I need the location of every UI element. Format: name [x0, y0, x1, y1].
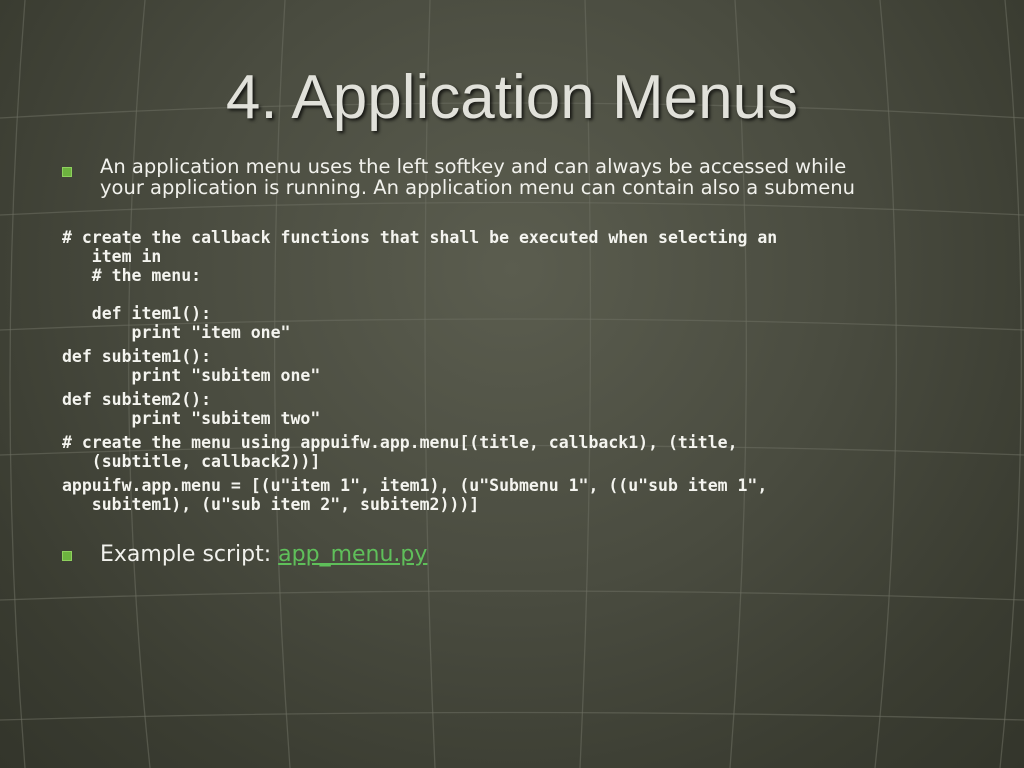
- code-line-7: def subitem1():: [62, 347, 212, 366]
- bullet-icon: [62, 167, 72, 177]
- code-line-9: def subitem2():: [62, 390, 212, 409]
- bullet-text-line-1: An application menu uses the left softke…: [100, 155, 847, 178]
- example-script-label: Example script:: [100, 542, 279, 567]
- slide-title: 4. Application Menus: [225, 63, 799, 132]
- code-line-2: item in: [62, 247, 162, 266]
- code-line-12: (subtitle, callback2))]: [62, 452, 321, 471]
- code-line-11: # create the menu using appuifw.app.menu…: [62, 433, 738, 452]
- example-script-line: Example script: app_menu.py: [100, 541, 427, 569]
- code-line-1: # create the callback functions that sha…: [62, 228, 778, 247]
- code-line-13: appuifw.app.menu = [(u"item 1", item1), …: [62, 476, 768, 495]
- code-line-8: print "subitem one": [62, 366, 321, 385]
- code-line-5: def item1():: [62, 304, 212, 323]
- code-line-14: subitem1), (u"sub item 2", subitem2)))]: [62, 495, 480, 514]
- code-line-6: print "item one": [62, 323, 291, 342]
- example-script-link[interactable]: app_menu.py: [278, 542, 427, 567]
- code-line-3: # the menu:: [62, 266, 202, 285]
- code-line-10: print "subitem two": [62, 409, 321, 428]
- bullet-icon: [62, 551, 72, 561]
- bullet-text-line-2: your application is running. An applicat…: [100, 176, 856, 199]
